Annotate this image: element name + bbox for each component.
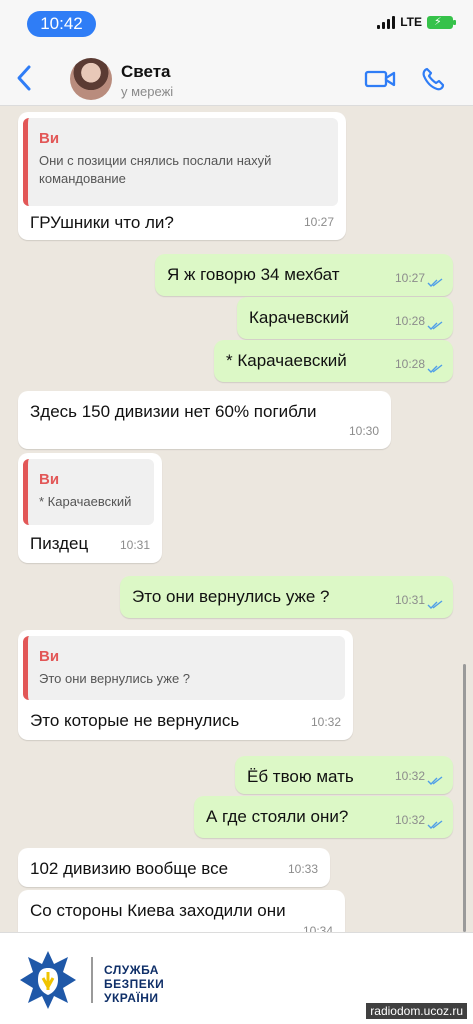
read-ticks-icon xyxy=(427,364,443,373)
message-bubble[interactable]: Я ж говорю 34 мехбат 10:27 xyxy=(155,254,453,296)
message-bubble[interactable]: * Карачаевский 10:28 xyxy=(214,340,453,382)
message-bubble[interactable]: Ви Это они вернулись уже ? Это которые н… xyxy=(18,630,353,740)
message-bubble[interactable]: Со стороны Киева заходили они 10:34 xyxy=(18,890,345,932)
status-time: 10:42 xyxy=(27,11,96,37)
message-time: 10:28 xyxy=(394,357,425,371)
status-icons: LTE ⚡ xyxy=(377,15,456,29)
banner-divider xyxy=(91,957,93,1003)
message-bubble[interactable]: Ви * Карачаевский Пиздец 10:31 xyxy=(18,453,162,563)
org-name-line: УКРАЇНИ xyxy=(104,991,159,1005)
message-text: * Карачаевский xyxy=(226,351,347,370)
message-time: 10:32 xyxy=(310,715,341,729)
message-time: 10:31 xyxy=(119,538,150,552)
message-bubble[interactable]: Это они вернулись уже ? 10:31 xyxy=(120,576,453,618)
contact-status: у мережі xyxy=(121,84,174,99)
quote-text: Это они вернулись уже ? xyxy=(39,671,191,686)
message-text: А где стояли они? xyxy=(206,807,349,826)
contact-name[interactable]: Света xyxy=(121,62,171,82)
watermark: radiodom.ucoz.ru xyxy=(366,1003,467,1019)
message-time: 10:31 xyxy=(394,593,425,607)
status-bar: 10:42 LTE ⚡ xyxy=(0,0,473,50)
org-name-line: СЛУЖБА xyxy=(104,963,159,977)
org-name-line: БЕЗПЕКИ xyxy=(104,977,165,991)
video-call-icon[interactable] xyxy=(364,68,396,90)
message-time: 10:33 xyxy=(287,862,318,876)
message-bubble[interactable]: Карачевский 10:28 xyxy=(237,297,453,339)
message-text: Это которые не вернулись xyxy=(30,711,240,730)
quote-author: Ви xyxy=(39,130,60,147)
message-time: 10:28 xyxy=(394,314,425,328)
message-text: Карачевский xyxy=(249,308,349,327)
read-ticks-icon xyxy=(427,776,443,785)
message-time: 10:30 xyxy=(348,424,379,438)
message-text: Я ж говорю 34 мехбат xyxy=(167,265,340,284)
message-bubble[interactable]: Ви Они с позиции снялись послали нахуй к… xyxy=(18,112,346,240)
sbu-emblem-icon xyxy=(20,951,76,1009)
message-text: Здесь 150 дивизии нет 60% погибли xyxy=(30,402,317,421)
quote-text: Они с позиции снялись послали нахуй кома… xyxy=(39,153,272,186)
network-label: LTE xyxy=(400,15,422,29)
message-text: 102 дивизию вообще все xyxy=(30,859,229,878)
message-text: Это они вернулись уже ? xyxy=(132,587,330,606)
phone-call-icon[interactable] xyxy=(420,66,446,92)
battery-icon: ⚡ xyxy=(427,15,456,29)
quote-author: Ви xyxy=(39,471,60,488)
quote-author: Ви xyxy=(39,648,60,665)
message-bubble[interactable]: Здесь 150 дивизии нет 60% погибли 10:30 xyxy=(18,391,391,449)
chat-header: Света у мережі xyxy=(0,50,473,106)
message-bubble[interactable]: А где стояли они? 10:32 xyxy=(194,796,453,838)
signal-icon xyxy=(377,15,396,29)
message-time: 10:27 xyxy=(394,271,425,285)
message-bubble[interactable]: Ёб твою мать 10:32 xyxy=(235,756,453,794)
message-text: Ёб твою мать xyxy=(247,767,354,786)
message-time: 10:27 xyxy=(303,215,334,229)
message-bubble[interactable]: 102 дивизию вообще все 10:33 xyxy=(18,848,330,887)
message-time: 10:34 xyxy=(302,924,333,932)
reply-quote[interactable]: Ви Это они вернулись уже ? xyxy=(23,636,345,700)
avatar[interactable] xyxy=(70,58,112,100)
message-time: 10:32 xyxy=(394,769,425,783)
message-time: 10:32 xyxy=(394,813,425,827)
read-ticks-icon xyxy=(427,820,443,829)
message-text: ГРУшники что ли? xyxy=(30,213,174,232)
read-ticks-icon xyxy=(427,600,443,609)
message-text: Со стороны Киева заходили они xyxy=(30,901,286,920)
sbu-banner: СЛУЖБА БЕЗПЕКИ УКРАЇНИ radiodom.ucoz.ru xyxy=(0,932,473,1024)
back-icon[interactable] xyxy=(12,62,36,94)
quote-text: * Карачаевский xyxy=(39,494,132,509)
reply-quote[interactable]: Ви Они с позиции снялись послали нахуй к… xyxy=(23,118,338,206)
read-ticks-icon xyxy=(427,321,443,330)
message-text: Пиздец xyxy=(30,534,89,553)
reply-quote[interactable]: Ви * Карачаевский xyxy=(23,459,154,525)
message-list[interactable]: Ви Они с позиции снялись послали нахуй к… xyxy=(0,106,473,932)
chat-scrollbar[interactable] xyxy=(463,664,466,932)
read-ticks-icon xyxy=(427,278,443,287)
